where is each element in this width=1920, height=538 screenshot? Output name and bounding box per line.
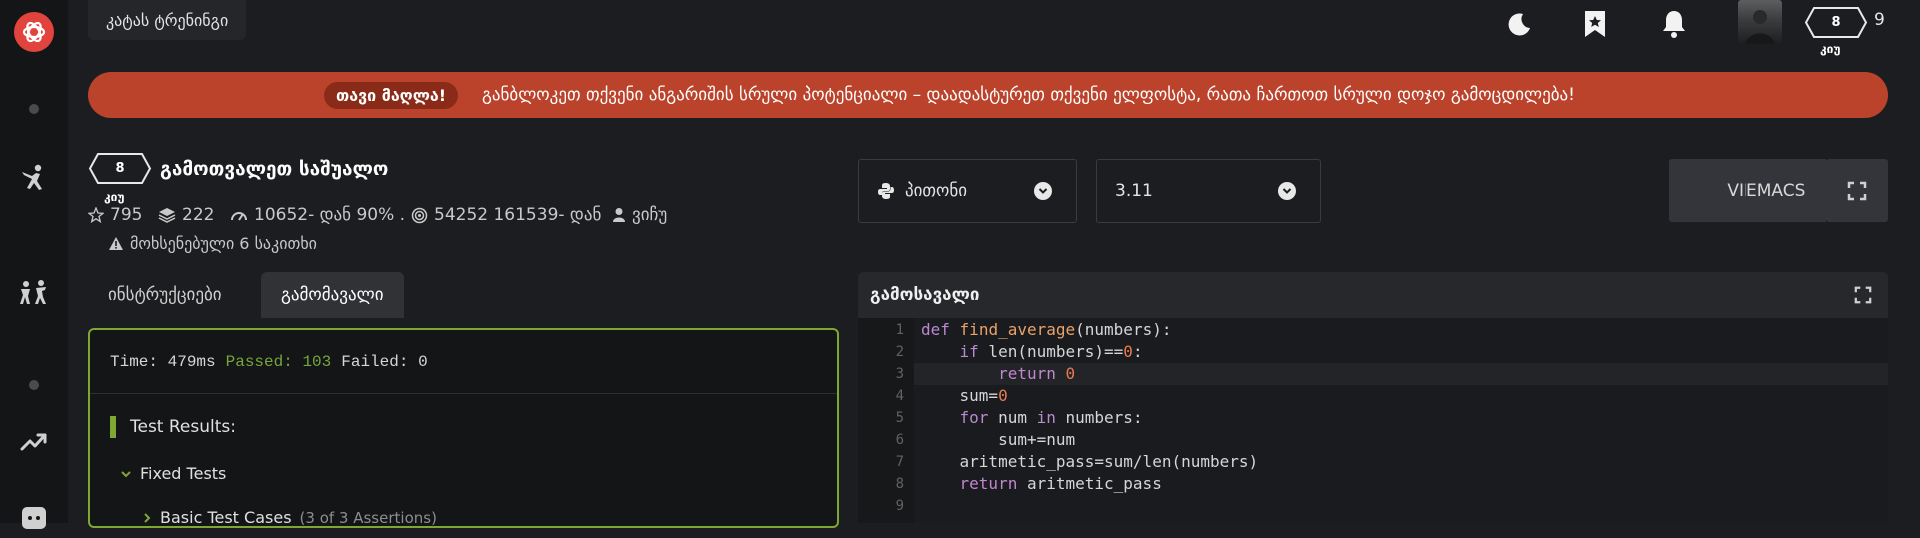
line-number: 5 — [895, 410, 904, 426]
satisfaction-value: 10652- დან 90% . — [254, 205, 406, 225]
line-number: 1 — [895, 322, 904, 338]
avatar[interactable] — [1738, 0, 1782, 44]
issues-text: მოხსენებული 6 საკითხი — [130, 234, 317, 253]
satisfaction-stat: 10652- დან 90% . — [230, 205, 405, 225]
user-rank-label: კიუ — [1820, 42, 1841, 56]
banner-heads-up-pill[interactable]: თავი მაღლა! — [324, 82, 459, 109]
trending-icon[interactable] — [14, 422, 54, 462]
test-results-label: Test Results: — [130, 417, 236, 437]
code-line[interactable]: return 0 — [914, 363, 1888, 385]
line-number: 7 — [895, 454, 904, 470]
verify-email-banner: თავი მაღლა! განბლოკეთ თქვენი ანგარიშის ს… — [88, 72, 1888, 118]
version-value: 3.11 — [1115, 181, 1153, 201]
honor-value: 9 — [1874, 10, 1885, 30]
author-stat[interactable]: ვიჩუ — [612, 205, 667, 225]
banner-message: განბლოკეთ თქვენი ანგარიშის სრული პოტენცი… — [482, 85, 1575, 105]
version-select[interactable]: 3.11 — [1096, 159, 1321, 223]
fullscreen-button[interactable] — [1826, 159, 1888, 222]
basic-test-cases-label: Basic Test Cases — [160, 508, 292, 527]
line-number-gutter: 1 2 3 4 5 6 7 8 9 — [858, 318, 914, 523]
fixed-tests-group[interactable]: Fixed Tests — [120, 464, 226, 483]
basic-test-cases-count: (3 of 3 Assertions) — [299, 508, 437, 527]
kata-rank-value: 8 — [115, 161, 125, 176]
test-results-heading: Test Results: — [110, 416, 236, 438]
code-line[interactable]: def find_average(numbers): — [914, 319, 1171, 341]
chevron-right-icon — [144, 512, 151, 523]
kata-training-button[interactable]: კატას ტრენინგი — [88, 0, 247, 40]
code-line[interactable]: sum+=num — [914, 429, 1075, 451]
chevron-down-icon — [1278, 182, 1296, 200]
line-number: 4 — [895, 388, 904, 404]
swordsman-icon[interactable] — [14, 158, 54, 198]
star-icon — [88, 207, 104, 223]
emacs-mode-button[interactable]: EMACS — [1746, 159, 1826, 222]
line-number: 8 — [895, 476, 904, 492]
user-rank-badge[interactable]: 8 — [1804, 6, 1868, 39]
tab-output[interactable]: გამომავალი — [261, 272, 404, 318]
logo-icon[interactable] — [14, 12, 54, 52]
solution-header: გამოსავალი — [858, 272, 1888, 318]
python-icon — [878, 183, 894, 199]
user-rank-value: 8 — [1831, 15, 1841, 30]
collections-stat[interactable]: 222 — [158, 205, 214, 225]
stars-count: 795 — [110, 205, 143, 225]
test-results-bar — [110, 416, 116, 438]
moon-icon[interactable] — [1500, 4, 1540, 44]
line-number: 9 — [895, 498, 904, 514]
tab-instructions[interactable]: ინსტრუქციები — [88, 272, 242, 318]
user-icon — [613, 208, 625, 222]
rail-divider — [29, 380, 39, 390]
bookmark-icon[interactable] — [1575, 4, 1615, 44]
stars-stat[interactable]: 795 — [88, 205, 142, 225]
results-summary: Time: 479ms Passed: 103 Failed: 0 — [90, 330, 837, 394]
layers-icon — [158, 208, 176, 223]
code-line[interactable]: aritmetic_pass=sum/len(numbers) — [914, 451, 1259, 473]
completions-stat: 54252 161539- დან — [411, 205, 601, 225]
fullscreen-icon — [1847, 181, 1867, 200]
target-icon — [411, 207, 428, 223]
fixed-tests-label: Fixed Tests — [140, 464, 227, 483]
group-icon[interactable] — [14, 272, 54, 312]
collections-count: 222 — [182, 205, 215, 225]
solution-title: გამოსავალი — [870, 285, 980, 305]
bell-icon[interactable] — [1654, 4, 1694, 44]
kata-title: გამოთვალეთ საშუალო — [160, 158, 389, 180]
code-line[interactable]: if len(numbers)==0: — [914, 341, 1143, 363]
discord-icon[interactable] — [14, 498, 54, 538]
satisfaction-icon — [231, 212, 247, 221]
line-number: 6 — [895, 432, 904, 448]
passed-count: Passed: 103 — [225, 352, 332, 371]
language-value: პითონი — [905, 181, 968, 201]
rail-divider — [29, 104, 39, 114]
issues-link[interactable]: მოხსენებული 6 საკითხი — [108, 234, 317, 253]
code-line[interactable]: sum=0 — [914, 385, 1008, 407]
language-select[interactable]: პითონი — [858, 159, 1077, 223]
code-editor[interactable]: 1 2 3 4 5 6 7 8 9 def find_average(numbe… — [858, 318, 1888, 523]
fullscreen-icon[interactable] — [1854, 286, 1872, 304]
line-number: 2 — [895, 344, 904, 360]
line-number: 3 — [895, 366, 904, 382]
basic-test-cases-group[interactable]: Basic Test Cases (3 of 3 Assertions) — [142, 508, 437, 527]
warning-icon — [109, 237, 123, 250]
kata-rank-badge: 8 — [88, 152, 152, 185]
kata-rank-label: კიუ — [104, 190, 125, 204]
left-rail — [0, 0, 68, 529]
test-results-panel: Time: 479ms Passed: 103 Failed: 0 Test R… — [88, 328, 839, 528]
author-name: ვიჩუ — [632, 205, 668, 225]
code-line[interactable]: return aritmetic_pass — [914, 473, 1162, 495]
chevron-down-icon — [1034, 182, 1052, 200]
code-line[interactable] — [914, 495, 921, 517]
failed-count: Failed: 0 — [341, 352, 428, 371]
code-line[interactable]: for num in numbers: — [914, 407, 1143, 429]
completions-value: 54252 161539- დან — [434, 205, 602, 225]
chevron-down-icon — [121, 470, 131, 477]
time-value: Time: 479ms — [110, 352, 216, 371]
